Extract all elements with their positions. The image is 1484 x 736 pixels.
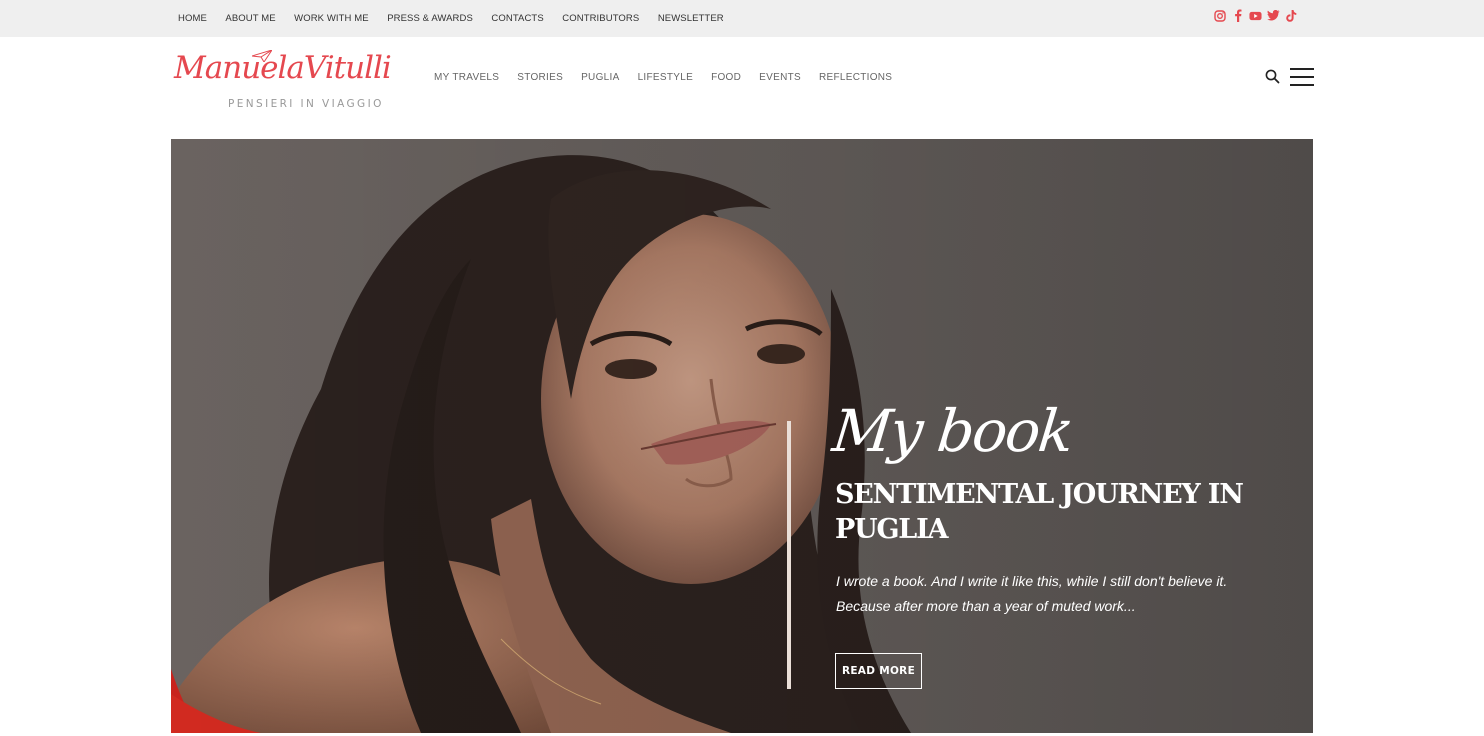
nav-food[interactable]: FOOD (711, 72, 741, 83)
topnav-contributors[interactable]: CONTRIBUTORS (562, 13, 639, 24)
nav-events[interactable]: EVENTS (759, 72, 801, 83)
topnav-newsletter[interactable]: NEWSLETTER (658, 13, 724, 24)
nav-reflections[interactable]: REFLECTIONS (819, 72, 892, 83)
hero-excerpt: I wrote a book. And I write it like this… (836, 573, 1228, 614)
top-bar: HOME ABOUT ME WORK WITH ME PRESS & AWARD… (0, 0, 1484, 37)
tiktok-icon[interactable] (1285, 9, 1298, 22)
nav-stories[interactable]: STORIES (517, 72, 563, 83)
topnav-about-me[interactable]: ABOUT ME (225, 13, 275, 24)
topnav-work-with-me[interactable]: WORK WITH ME (294, 13, 369, 24)
search-icon[interactable] (1265, 69, 1281, 85)
twitter-icon[interactable] (1267, 9, 1280, 22)
nav-lifestyle[interactable]: LIFESTYLE (638, 72, 694, 83)
topnav-home[interactable]: HOME (178, 13, 207, 24)
youtube-icon[interactable] (1249, 9, 1262, 22)
logo-wordmark: ManuelaVitulli (174, 50, 392, 86)
topnav-contacts[interactable]: CONTACTS (491, 13, 543, 24)
site-logo[interactable]: ManuelaVitulli PENSIERI IN VIAGGIO (170, 50, 395, 114)
topnav-press-awards[interactable]: PRESS & AWARDS (387, 13, 473, 24)
read-more-button[interactable]: READ MORE (835, 653, 922, 689)
hero-title[interactable]: SENTIMENTAL JOURNEY IN PUGLIA (835, 477, 1275, 547)
logo-tagline: PENSIERI IN VIAGGIO (228, 98, 384, 110)
instagram-icon[interactable] (1213, 9, 1226, 22)
main-navigation: MY TRAVELS STORIES PUGLIA LIFESTYLE FOOD… (434, 72, 910, 83)
hero-script-heading: My book (829, 397, 1076, 465)
social-links (1213, 9, 1298, 22)
hero-overlay (171, 139, 1313, 733)
nav-my-travels[interactable]: MY TRAVELS (434, 72, 499, 83)
hero-slider: My book SENTIMENTAL JOURNEY IN PUGLIA I … (171, 139, 1313, 733)
facebook-icon[interactable] (1231, 9, 1244, 22)
nav-puglia[interactable]: PUGLIA (581, 72, 619, 83)
hero-divider-line (787, 421, 791, 689)
top-navigation: HOME ABOUT ME WORK WITH ME PRESS & AWARD… (178, 0, 742, 37)
hamburger-menu-icon[interactable] (1290, 68, 1314, 88)
